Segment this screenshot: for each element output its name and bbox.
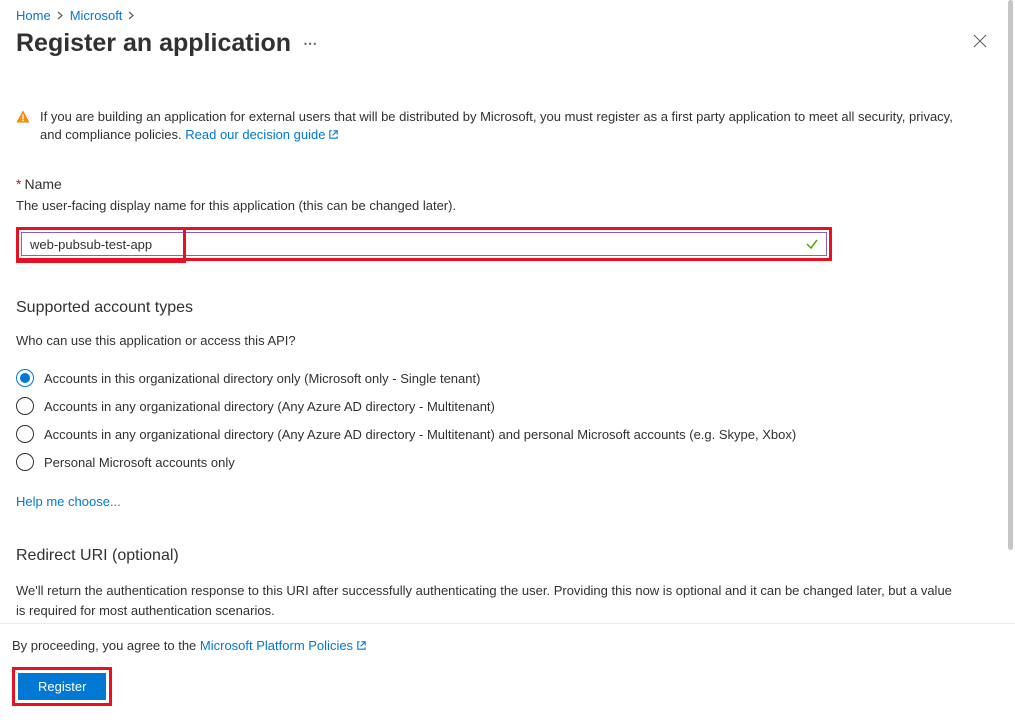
name-section: *Name The user-facing display name for t…: [16, 176, 999, 261]
account-types-subtext: Who can use this application or access t…: [16, 333, 999, 348]
account-type-option-single-tenant[interactable]: Accounts in this organizational director…: [16, 364, 999, 392]
warning-banner: If you are building an application for e…: [16, 108, 999, 144]
required-indicator: *: [16, 176, 21, 192]
name-input-highlight: [16, 227, 832, 261]
redirect-uri-heading: Redirect URI (optional): [16, 547, 999, 565]
chevron-right-icon: [57, 11, 64, 20]
chevron-right-icon: [128, 11, 135, 20]
account-types-heading: Supported account types: [16, 299, 999, 317]
footer: By proceeding, you agree to the Microsof…: [0, 623, 1015, 720]
header-row: Register an application ⋯: [16, 29, 999, 58]
account-type-option-multitenant-personal[interactable]: Accounts in any organizational directory…: [16, 420, 999, 448]
redirect-uri-description: We'll return the authentication response…: [16, 581, 999, 620]
radio-label: Accounts in any organizational directory…: [44, 427, 796, 442]
breadcrumb-home[interactable]: Home: [16, 8, 51, 23]
radio-icon: [16, 369, 34, 387]
warning-icon: [16, 110, 30, 124]
register-button[interactable]: Register: [18, 673, 106, 700]
breadcrumb: Home Microsoft: [16, 8, 999, 23]
radio-label: Accounts in this organizational director…: [44, 371, 480, 386]
account-types-section: Supported account types Who can use this…: [16, 299, 999, 509]
radio-label: Personal Microsoft accounts only: [44, 455, 235, 470]
radio-label: Accounts in any organizational directory…: [44, 399, 495, 414]
name-help-text: The user-facing display name for this ap…: [16, 198, 999, 213]
decision-guide-link[interactable]: Read our decision guide: [185, 127, 339, 142]
account-type-option-personal-only[interactable]: Personal Microsoft accounts only: [16, 448, 999, 476]
external-link-icon: [328, 129, 339, 140]
external-link-icon: [356, 640, 367, 651]
radio-icon: [16, 425, 34, 443]
name-input[interactable]: [21, 232, 827, 256]
close-button[interactable]: [965, 30, 995, 57]
help-choose-row: Help me choose...: [16, 494, 999, 509]
account-type-option-multitenant[interactable]: Accounts in any organizational directory…: [16, 392, 999, 420]
register-button-highlight: Register: [12, 667, 112, 706]
radio-icon: [16, 397, 34, 415]
more-actions-button[interactable]: ⋯: [303, 35, 319, 52]
account-types-radio-group: Accounts in this organizational director…: [16, 364, 999, 476]
checkmark-icon: [805, 237, 819, 251]
platform-policies-link[interactable]: Microsoft Platform Policies: [200, 638, 367, 653]
warning-message: If you are building an application for e…: [40, 109, 953, 142]
radio-icon: [16, 453, 34, 471]
close-icon: [973, 34, 987, 48]
page-title-text: Register an application: [16, 29, 291, 58]
name-label: *Name: [16, 176, 999, 192]
help-me-choose-link[interactable]: Help me choose...: [16, 494, 121, 509]
warning-text: If you are building an application for e…: [40, 108, 959, 144]
redirect-uri-section: Redirect URI (optional) We'll return the…: [16, 547, 999, 620]
policy-prefix: By proceeding, you agree to the: [12, 638, 200, 653]
page-title: Register an application ⋯: [16, 29, 319, 58]
policy-text: By proceeding, you agree to the Microsof…: [12, 638, 999, 653]
scrollbar-thumb[interactable]: [1008, 0, 1013, 550]
breadcrumb-microsoft[interactable]: Microsoft: [70, 8, 123, 23]
